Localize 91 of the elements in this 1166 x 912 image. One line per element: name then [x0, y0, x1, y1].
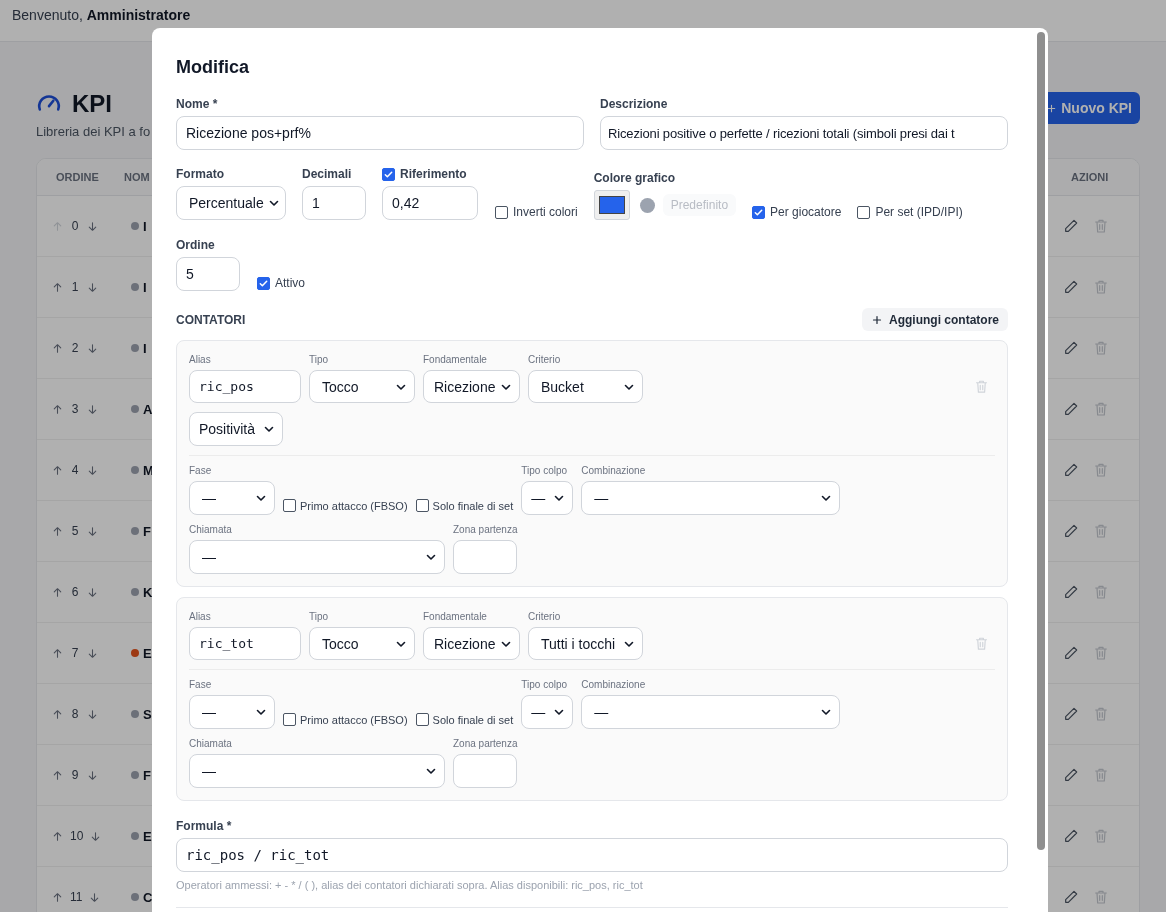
order-number: 1	[70, 280, 80, 294]
checkbox-label: Solo finale di set	[432, 713, 514, 726]
field-label: Tipo	[309, 354, 330, 366]
checkbox-label: Inverti colori	[513, 205, 578, 219]
field-label: Ordine	[176, 238, 216, 252]
field-label: Criterio	[528, 354, 562, 366]
dropdown[interactable]: —	[189, 540, 445, 574]
field-label: Fondamentale	[423, 354, 488, 366]
kpi-name: C	[143, 889, 153, 905]
order-number: 11	[70, 890, 83, 904]
checkbox-label: Per giocatore	[770, 205, 842, 219]
column-header: AZIONI	[1071, 171, 1110, 183]
checkbox-label: Per set (IPD/IPI)	[875, 205, 963, 219]
page-subtitle: Libreria dei KPI a fo	[36, 124, 151, 139]
text-field[interactable]: ric_pos	[189, 370, 301, 403]
field-label: Alias	[189, 611, 212, 623]
dropdown[interactable]: —	[189, 754, 445, 788]
field-label: Fase	[189, 465, 213, 477]
kpi-name: S	[143, 706, 152, 722]
field-label: Nome *	[176, 97, 219, 111]
order-number: 5	[70, 524, 80, 538]
dropdown[interactable]: Ricezione	[423, 627, 520, 660]
kpi-name: K	[143, 584, 153, 600]
kpi-name: F	[143, 523, 151, 539]
text-field[interactable]: 0,42	[382, 186, 478, 220]
field-label: Formula *	[176, 819, 233, 833]
field-label: Formato	[176, 167, 225, 181]
field-label: Riferimento	[400, 167, 467, 181]
order-number: 0	[70, 219, 80, 233]
text-field[interactable]: 5	[176, 257, 240, 291]
dropdown[interactable]: —	[521, 695, 574, 729]
dropdown[interactable]: Positività	[189, 412, 283, 446]
field-label: Criterio	[528, 611, 562, 623]
text-field[interactable]: ric_pos / ric_tot	[176, 838, 1008, 872]
field-label: Alias	[189, 354, 212, 366]
field-label: Chiamata	[189, 524, 233, 536]
order-number: 7	[70, 646, 80, 660]
dropdown[interactable]: Ricezione	[423, 370, 520, 403]
page-title: KPI	[72, 90, 112, 118]
dropdown[interactable]: —	[581, 695, 841, 729]
text-field[interactable]: ric_tot	[189, 627, 301, 660]
dropdown[interactable]: Tutti i tocchi	[528, 627, 643, 660]
text-field[interactable]: 1	[302, 186, 366, 220]
text-field[interactable]: Ricezioni positive o perfette / ricezioni totali (simboli presi dai t	[600, 116, 1008, 150]
dropdown[interactable]: Tocco	[309, 370, 415, 403]
dropdown[interactable]: Percentuale	[176, 186, 286, 220]
field-label: Tipo colpo	[521, 465, 569, 477]
kpi-name: I	[143, 218, 147, 234]
dialog-title: Modifica	[176, 56, 250, 78]
dropdown[interactable]: —	[189, 481, 275, 515]
text-field[interactable]: Ricezione pos+prf%	[176, 116, 584, 150]
kpi-name: E	[143, 645, 152, 661]
checkbox-label: Primo attacco (FBSO)	[300, 499, 408, 512]
dropdown[interactable]: —	[581, 481, 841, 515]
greeting-text: Benvenuto, Amministratore	[12, 6, 191, 23]
section-title: CONTATORI	[176, 312, 246, 327]
field-label: Tipo	[309, 611, 330, 623]
field-label: Combinazione	[581, 679, 647, 691]
dropdown[interactable]: —	[189, 695, 275, 729]
column-header: ORDINE	[55, 171, 100, 183]
field-label: Fase	[189, 679, 213, 691]
field-label: Tipo colpo	[521, 679, 569, 691]
add-counter-button[interactable]: Aggiungi contatore	[862, 308, 1008, 331]
field-label: Colore grafico	[593, 171, 677, 185]
order-number: 2	[70, 341, 80, 355]
checkbox-label: Solo finale di set	[432, 499, 514, 512]
column-header: NOM	[124, 171, 150, 183]
dropdown[interactable]: Bucket	[528, 370, 643, 403]
field-label: Chiamata	[189, 738, 233, 750]
order-number: 4	[70, 463, 80, 477]
dropdown[interactable]: Tocco	[309, 627, 415, 660]
field-label: Zona partenza	[453, 524, 518, 536]
kpi-name: I	[143, 340, 147, 356]
order-number: 3	[70, 402, 80, 416]
kpi-name: F	[143, 767, 151, 783]
kpi-name: I	[143, 279, 147, 295]
field-label: Zona partenza	[453, 738, 518, 750]
field-label: Decimali	[302, 167, 353, 181]
order-number: 6	[70, 585, 80, 599]
help-text: Operatori ammessi: + - * / ( ), alias dei contatori dichiarati sopra. Alias disponibili: ric_pos, ric_tot	[176, 879, 644, 891]
order-number: 10	[70, 829, 84, 843]
checkbox-label: Primo attacco (FBSO)	[300, 713, 408, 726]
order-number: 9	[70, 768, 80, 782]
checkbox-label: Attivo	[275, 276, 305, 290]
field-label: Fondamentale	[423, 611, 488, 623]
field-label: Descrizione	[600, 97, 669, 111]
dropdown[interactable]: —	[521, 481, 574, 515]
kpi-name: A	[143, 401, 153, 417]
field-label: Combinazione	[581, 465, 647, 477]
kpi-name: E	[143, 828, 152, 844]
order-number: 8	[70, 707, 80, 721]
